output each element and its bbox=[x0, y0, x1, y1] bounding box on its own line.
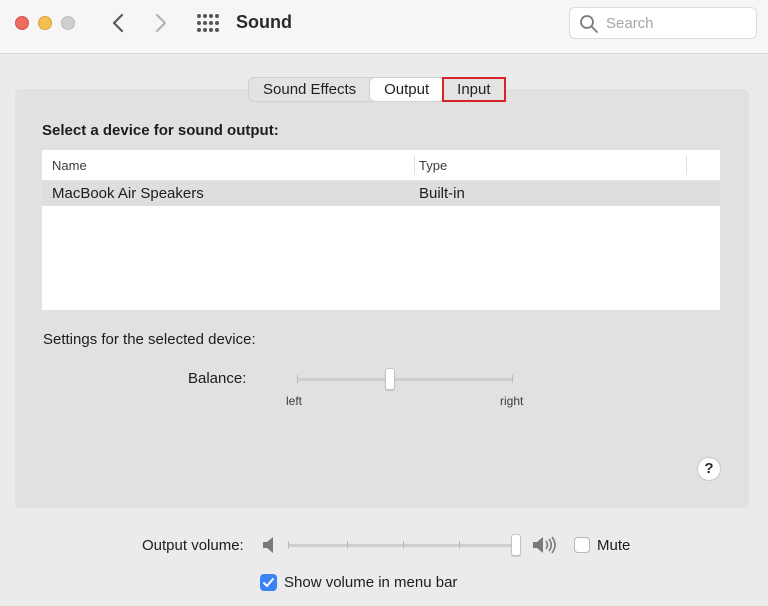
output-device-table[interactable]: Name Type MacBook Air Speakers Built-in bbox=[42, 150, 720, 310]
speaker-low-icon bbox=[263, 537, 273, 553]
chevron-right-icon bbox=[155, 13, 167, 33]
device-settings-label: Settings for the selected device: bbox=[43, 331, 256, 348]
balance-slider-track[interactable] bbox=[297, 375, 513, 383]
show-volume-in-menu-bar-checkbox[interactable] bbox=[260, 574, 277, 591]
close-window-button[interactable] bbox=[15, 16, 29, 30]
balance-slider-thumb[interactable] bbox=[385, 368, 395, 390]
search-icon bbox=[580, 15, 598, 33]
search-field[interactable] bbox=[569, 7, 757, 39]
tab-input[interactable]: Input bbox=[442, 77, 506, 102]
title-bar: Sound bbox=[0, 0, 768, 54]
device-name: MacBook Air Speakers bbox=[52, 185, 204, 202]
table-row[interactable]: MacBook Air Speakers Built-in bbox=[42, 181, 720, 206]
slider-tick bbox=[459, 541, 460, 549]
tab-sound-effects[interactable]: Sound Effects bbox=[249, 78, 370, 101]
slider-tick bbox=[512, 375, 513, 383]
grid-icon bbox=[197, 14, 219, 32]
device-type: Built-in bbox=[419, 185, 465, 202]
zoom-window-button[interactable] bbox=[61, 16, 75, 30]
search-input[interactable] bbox=[604, 12, 750, 34]
show-all-button[interactable] bbox=[196, 13, 220, 33]
output-volume-label: Output volume: bbox=[142, 537, 244, 554]
slider-tick bbox=[288, 541, 289, 549]
question-icon: ? bbox=[704, 460, 714, 477]
output-panel: Select a device for sound output: Name T… bbox=[15, 89, 749, 508]
column-header-name[interactable]: Name bbox=[52, 158, 87, 173]
chevron-left-icon bbox=[112, 13, 124, 33]
column-header-type[interactable]: Type bbox=[419, 158, 447, 173]
balance-right-label: right bbox=[500, 394, 524, 408]
speaker-high-icon bbox=[533, 536, 556, 554]
slider-tick bbox=[347, 541, 348, 549]
tab-bar: Sound Effects Output Input bbox=[248, 77, 506, 102]
tab-output[interactable]: Output bbox=[370, 78, 444, 101]
balance-label: Balance: bbox=[188, 370, 247, 387]
forward-button[interactable] bbox=[150, 11, 172, 35]
output-section-title: Select a device for sound output: bbox=[42, 122, 279, 139]
mute-label: Mute bbox=[597, 537, 631, 554]
table-header: Name Type bbox=[42, 150, 720, 181]
balance-left-label: left bbox=[286, 394, 303, 408]
column-divider[interactable] bbox=[686, 156, 687, 175]
window-title: Sound bbox=[236, 12, 292, 32]
sound-preferences-window: Sound Select a device for sound output: … bbox=[0, 0, 768, 606]
slider-tick bbox=[297, 375, 298, 383]
help-button[interactable]: ? bbox=[697, 457, 721, 481]
mute-checkbox[interactable] bbox=[574, 537, 590, 553]
output-volume-slider-track[interactable] bbox=[288, 541, 516, 549]
show-volume-in-menu-bar-label: Show volume in menu bar bbox=[284, 574, 458, 591]
slider-tick bbox=[403, 541, 404, 549]
output-volume-slider-thumb[interactable] bbox=[511, 534, 521, 556]
column-divider[interactable] bbox=[414, 156, 415, 175]
minimize-window-button[interactable] bbox=[38, 16, 52, 30]
back-button[interactable] bbox=[108, 11, 130, 35]
checkmark-icon bbox=[263, 578, 274, 587]
